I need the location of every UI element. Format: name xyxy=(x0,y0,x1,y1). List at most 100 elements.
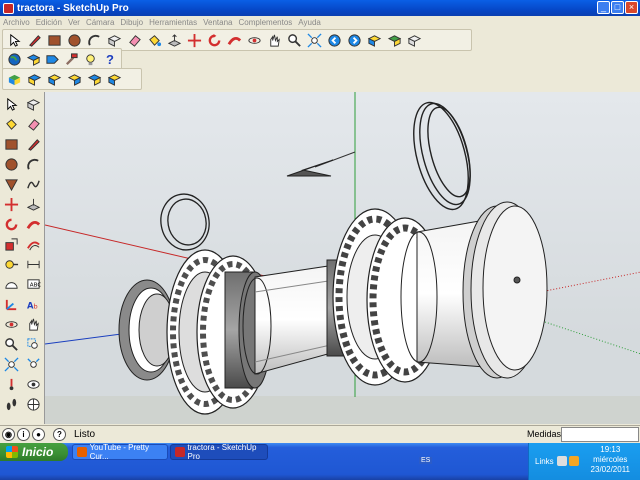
offset-tool-icon[interactable] xyxy=(23,235,43,254)
front-view-icon[interactable] xyxy=(45,70,64,89)
green-axis-hidden xyxy=(544,321,640,355)
dimension-tool-icon[interactable] xyxy=(23,255,43,274)
layer-icon[interactable] xyxy=(24,50,42,69)
menu-archivo[interactable]: Archivo xyxy=(0,18,33,27)
pan-icon[interactable] xyxy=(265,31,284,50)
look-around-tool-icon[interactable] xyxy=(23,375,43,394)
arc-icon[interactable] xyxy=(85,31,104,50)
3d-text-tool-icon[interactable]: Ab xyxy=(23,295,43,314)
menu-ver[interactable]: Ver xyxy=(65,18,83,27)
pencil-line-icon[interactable] xyxy=(25,31,44,50)
zoom-tool-icon[interactable] xyxy=(1,335,21,354)
left-toolbar: ABC Ab xyxy=(0,93,44,423)
menu-complementos[interactable]: Complementos xyxy=(235,18,295,27)
sketchup-window: tractora - SketchUp Pro _ □ × Archivo Ed… xyxy=(0,0,640,480)
section-plane-tool-icon[interactable] xyxy=(23,395,43,414)
menu-camara[interactable]: Cámara xyxy=(83,18,117,27)
tag-icon[interactable] xyxy=(43,50,61,69)
select-arrow-icon[interactable] xyxy=(5,31,24,50)
help-icon[interactable]: ? xyxy=(101,50,119,69)
minimize-button[interactable]: _ xyxy=(597,1,610,14)
secondary-toolbar: ? xyxy=(2,48,122,70)
tape-measure-tool-icon[interactable] xyxy=(1,255,21,274)
rectangle-tool-icon[interactable] xyxy=(1,135,21,154)
next-view-icon[interactable] xyxy=(345,31,364,50)
title-bar[interactable]: tractora - SketchUp Pro _ □ × xyxy=(0,0,640,16)
text-tool-icon[interactable]: ABC xyxy=(23,275,43,294)
paint-bucket-icon[interactable] xyxy=(145,31,164,50)
circle-icon[interactable] xyxy=(65,31,84,50)
walk-tool-icon[interactable] xyxy=(1,395,21,414)
position-camera-tool-icon[interactable] xyxy=(1,375,21,394)
drawing-viewport[interactable] xyxy=(44,92,640,424)
model-drawing[interactable] xyxy=(45,92,640,424)
status-text: Listo xyxy=(74,429,96,440)
make-component-icon[interactable] xyxy=(105,31,124,50)
right-view-icon[interactable] xyxy=(65,70,84,89)
language-indicator[interactable]: ES xyxy=(419,457,433,464)
google-earth-icon[interactable] xyxy=(5,50,23,69)
protractor-tool-icon[interactable] xyxy=(1,275,21,294)
end-disc xyxy=(462,201,548,379)
top-view-icon[interactable] xyxy=(25,70,44,89)
rectangle-icon[interactable] xyxy=(45,31,64,50)
taskbar-item-youtube[interactable]: YouTube - Pretty Cur... xyxy=(72,443,168,461)
share-component-icon[interactable] xyxy=(405,31,424,50)
user-icon[interactable]: ● xyxy=(32,428,45,441)
menu-edicion[interactable]: Edición xyxy=(33,18,65,27)
lightbulb-icon[interactable] xyxy=(82,50,100,69)
start-button[interactable]: Inicio xyxy=(0,443,68,461)
axes-tool-icon[interactable] xyxy=(1,295,21,314)
orbit-tool-icon[interactable] xyxy=(1,315,21,334)
zoom-extents-tool-icon[interactable] xyxy=(1,355,21,374)
arc-tool-icon[interactable] xyxy=(23,155,43,174)
select-tool-icon[interactable] xyxy=(1,95,21,114)
get-models-icon[interactable] xyxy=(365,31,384,50)
previous-view-icon[interactable] xyxy=(325,31,344,50)
measurements-input[interactable] xyxy=(561,427,639,442)
menu-ayuda[interactable]: Ayuda xyxy=(295,18,324,27)
back-view-icon[interactable] xyxy=(85,70,104,89)
pan-tool-icon[interactable] xyxy=(23,315,43,334)
previous-tool-icon[interactable] xyxy=(23,355,43,374)
iso-view-icon[interactable] xyxy=(5,70,24,89)
volume-icon[interactable] xyxy=(557,456,567,466)
freehand-tool-icon[interactable] xyxy=(23,175,43,194)
orbit-icon[interactable] xyxy=(245,31,264,50)
network-icon[interactable] xyxy=(569,456,579,466)
menu-herramientas[interactable]: Herramientas xyxy=(146,18,200,27)
taskbar-item-sketchup[interactable]: tractora - SketchUp Pro xyxy=(170,443,268,461)
zoom-window-tool-icon[interactable] xyxy=(23,335,43,354)
clock[interactable]: 19:13 miércoles 23/02/2011 xyxy=(591,445,630,475)
rotate-icon[interactable] xyxy=(205,31,224,50)
hammer-icon[interactable] xyxy=(63,50,81,69)
help-circle-icon[interactable]: ? xyxy=(53,428,66,441)
component-tool-icon[interactable] xyxy=(23,95,43,114)
push-pull-tool-icon[interactable] xyxy=(23,195,43,214)
menu-ventana[interactable]: Ventana xyxy=(200,18,235,27)
share-model-icon[interactable] xyxy=(385,31,404,50)
geo-location-icon[interactable]: ◉ xyxy=(2,428,15,441)
rotate-tool-icon[interactable] xyxy=(1,215,21,234)
links-toolbar[interactable]: Links xyxy=(535,457,554,466)
push-pull-icon[interactable] xyxy=(165,31,184,50)
follow-me-icon[interactable] xyxy=(225,31,244,50)
follow-me-tool-icon[interactable] xyxy=(23,215,43,234)
zoom-extents-icon[interactable] xyxy=(305,31,324,50)
credits-icon[interactable]: i xyxy=(17,428,30,441)
menu-dibujo[interactable]: Dibujo xyxy=(117,18,146,27)
taskbar-item-label: YouTube - Pretty Cur... xyxy=(89,443,150,461)
circle-tool-icon[interactable] xyxy=(1,155,21,174)
zoom-icon[interactable] xyxy=(285,31,304,50)
polygon-tool-icon[interactable] xyxy=(1,175,21,194)
scale-tool-icon[interactable] xyxy=(1,235,21,254)
eraser-icon[interactable] xyxy=(125,31,144,50)
move-icon[interactable] xyxy=(185,31,204,50)
close-button[interactable]: × xyxy=(625,1,638,14)
line-tool-icon[interactable] xyxy=(23,135,43,154)
move-tool-icon[interactable] xyxy=(1,195,21,214)
eraser-tool-icon[interactable] xyxy=(23,115,43,134)
maximize-button[interactable]: □ xyxy=(611,1,624,14)
left-view-icon[interactable] xyxy=(105,70,124,89)
paint-tool-icon[interactable] xyxy=(1,115,21,134)
